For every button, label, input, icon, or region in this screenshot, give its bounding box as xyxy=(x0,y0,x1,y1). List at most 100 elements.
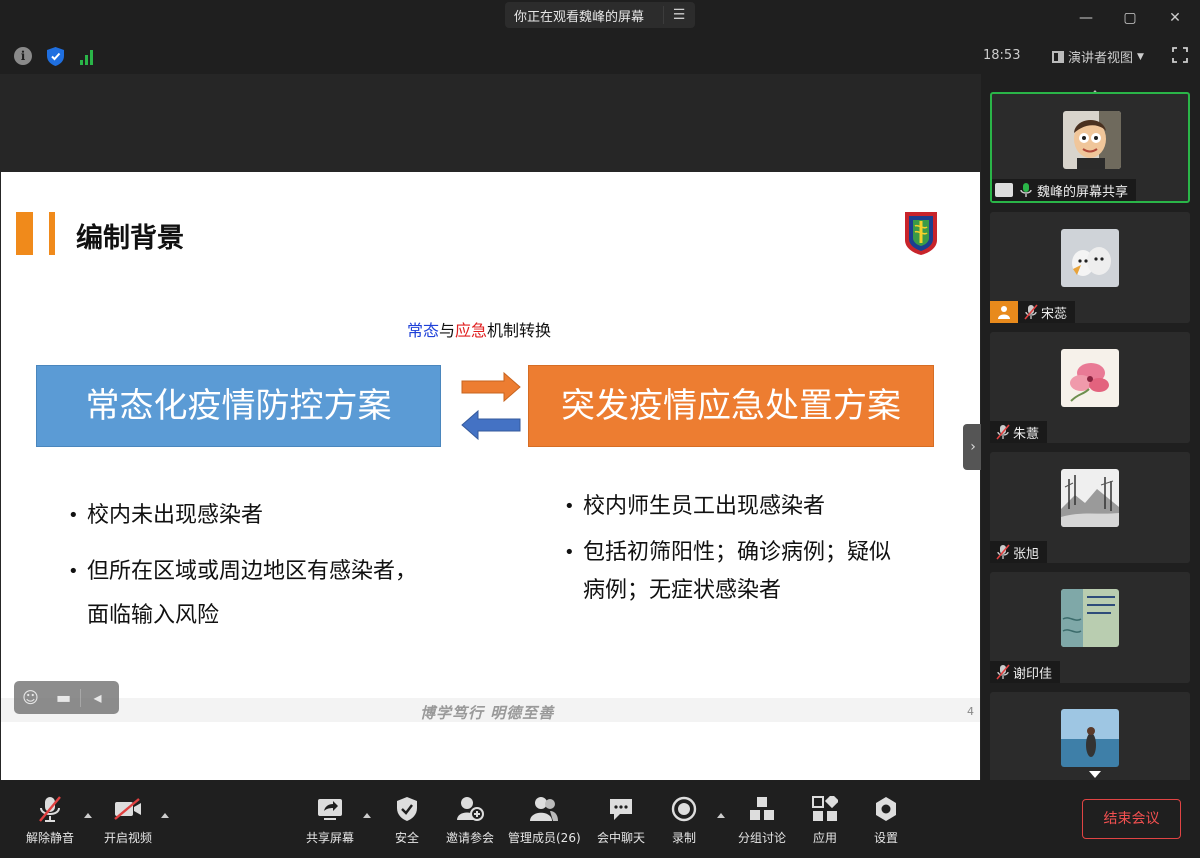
exchange-arrows-icon xyxy=(461,371,521,441)
participant-tile[interactable]: 朱薏 xyxy=(990,332,1190,443)
chevron-up-icon[interactable] xyxy=(363,813,371,818)
share-screen-label: 共享屏幕 xyxy=(305,831,354,845)
chevron-up-icon[interactable] xyxy=(84,813,92,818)
security-label: 安全 xyxy=(394,831,419,845)
list-item: 校内师生员工出现感染者 xyxy=(564,488,894,526)
collapse-gallery-button[interactable]: › xyxy=(963,424,983,470)
breakout-button[interactable]: 分组讨论 xyxy=(736,794,788,846)
emoji-reaction-icon[interactable]: ☺ xyxy=(14,688,47,707)
right-bullet-list: 校内师生员工出现感染者 包括初筛阳性；确诊病例；疑似病例；无症状感染者 xyxy=(564,488,894,618)
avatar xyxy=(1061,709,1119,767)
chat-button[interactable]: 会中聊天 xyxy=(595,794,647,846)
settings-button[interactable]: 设置 xyxy=(871,794,901,846)
close-icon[interactable]: ✕ xyxy=(1165,8,1185,28)
layout-icon xyxy=(1052,50,1064,63)
record-label: 录制 xyxy=(671,831,696,845)
participant-name: 张旭 xyxy=(1013,546,1040,562)
members-icon xyxy=(530,797,558,821)
apps-button[interactable]: 应用 xyxy=(810,794,840,846)
start-video-label: 开启视频 xyxy=(103,831,152,845)
start-video-button[interactable]: 开启视频 xyxy=(102,794,154,846)
scroll-down-icon[interactable] xyxy=(1089,771,1101,778)
security-shield-icon xyxy=(397,797,417,821)
speaker-view-button[interactable]: 演讲者视图 ▼ xyxy=(1052,47,1144,66)
participant-tile[interactable]: 谢印佳 xyxy=(990,572,1190,683)
chat-icon xyxy=(610,799,632,820)
title-accent-bar xyxy=(49,212,55,255)
security-shield-icon[interactable] xyxy=(47,47,64,66)
avatar xyxy=(1063,111,1121,169)
viewing-indicator[interactable]: 你正在观看魏峰的屏幕 ☰ xyxy=(505,2,695,28)
nameplate: 谢印佳 xyxy=(990,661,1061,683)
list-item: 但所在区域或周边地区有感染者，面临输入风险 xyxy=(68,550,428,638)
chat-bubble-icon[interactable]: ▬ xyxy=(47,688,80,707)
chevron-down-icon: ▼ xyxy=(1137,51,1144,62)
settings-label: 设置 xyxy=(873,831,898,845)
school-emblem-icon xyxy=(905,212,937,255)
participant-name: 朱薏 xyxy=(1013,426,1040,442)
collapse-left-icon[interactable]: ◂ xyxy=(81,688,114,707)
security-button[interactable]: 安全 xyxy=(388,794,426,846)
breakout-rooms-icon xyxy=(750,797,774,820)
menu-icon[interactable]: ☰ xyxy=(664,7,694,23)
presentation-slide: 编制背景 常态与应急机制转换 常态化疫情防控方案 突发疫情应急处置方案 校内未出… xyxy=(1,172,980,796)
nameplate: 张旭 xyxy=(990,541,1048,563)
mic-muted-icon xyxy=(996,424,1010,440)
mic-muted-icon xyxy=(39,796,61,822)
speaker-view-label: 演讲者视图 xyxy=(1068,51,1134,66)
left-bullet-list: 校内未出现感染者 但所在区域或周边地区有感染者，面临输入风险 xyxy=(68,494,428,650)
unmute-button[interactable]: 解除静音 xyxy=(24,794,76,846)
participant-tile[interactable]: 宋蕊 xyxy=(990,212,1190,323)
nameplate: 宋蕊 xyxy=(990,301,1076,323)
list-item: 包括初筛阳性；确诊病例；疑似病例；无症状感染者 xyxy=(564,534,894,610)
user-avatar-icon xyxy=(990,301,1018,323)
chat-label: 会中聊天 xyxy=(596,831,645,845)
network-signal-icon[interactable] xyxy=(80,49,96,65)
mic-muted-icon xyxy=(996,664,1010,680)
info-bar: i 18:53 演讲者视图 ▼ xyxy=(0,38,1200,74)
participant-name: 谢印佳 xyxy=(1013,666,1053,682)
avatar xyxy=(1061,349,1119,407)
chevron-up-icon[interactable] xyxy=(717,813,725,818)
maximize-icon[interactable]: ▢ xyxy=(1120,8,1140,28)
info-icon[interactable]: i xyxy=(14,47,32,65)
meeting-toolbar: 解除静音 开启视频 共享屏幕 安全 邀请参会 管理成员(26) 会中聊天 录制 … xyxy=(0,780,1200,858)
slide-title: 编制背景 xyxy=(76,223,184,254)
gear-icon xyxy=(876,797,896,821)
participant-name: 宋蕊 xyxy=(1041,306,1068,322)
chevron-up-icon[interactable] xyxy=(161,813,169,818)
video-off-icon xyxy=(114,798,141,820)
meeting-window: 你正在观看魏峰的屏幕 ☰ — ▢ ✕ i 18:53 演讲者视图 ▼ 编制背景 … xyxy=(0,0,1200,858)
manage-members-button[interactable]: 管理成员(26) xyxy=(508,794,581,846)
invite-button[interactable]: 邀请参会 xyxy=(444,794,496,846)
fullscreen-icon[interactable] xyxy=(1172,47,1188,63)
share-screen-icon xyxy=(318,799,342,820)
reaction-bar: ☺ ▬ ◂ xyxy=(14,681,119,714)
minimize-icon[interactable]: — xyxy=(1076,8,1096,28)
title-accent-bar xyxy=(16,212,33,255)
invite-label: 邀请参会 xyxy=(445,831,494,845)
slide-subtitle: 常态与应急机制转换 xyxy=(407,321,552,340)
mic-muted-icon xyxy=(996,544,1010,560)
nameplate: 魏峰的屏幕共享 xyxy=(992,179,1137,201)
apps-icon xyxy=(812,796,838,821)
nameplate: 朱薏 xyxy=(990,421,1048,443)
meeting-time: 18:53 xyxy=(983,48,1021,63)
participant-tile[interactable] xyxy=(990,692,1190,780)
avatar xyxy=(1061,469,1119,527)
end-meeting-button[interactable]: 结束会议 xyxy=(1082,799,1181,839)
participant-name: 魏峰的屏幕共享 xyxy=(1037,184,1129,200)
participant-tile[interactable]: 张旭 xyxy=(990,452,1190,563)
record-button[interactable]: 录制 xyxy=(668,794,700,846)
emergency-plan-box: 突发疫情应急处置方案 xyxy=(528,365,934,447)
normalized-plan-box: 常态化疫情防控方案 xyxy=(36,365,441,447)
share-screen-button[interactable]: 共享屏幕 xyxy=(304,794,356,846)
avatar xyxy=(1061,229,1119,287)
avatar xyxy=(1061,589,1119,647)
list-item: 校内未出现感染者 xyxy=(68,494,428,538)
title-bar: 你正在观看魏峰的屏幕 ☰ — ▢ ✕ xyxy=(0,0,1200,38)
participant-gallery: 魏峰的屏幕共享 宋蕊 朱薏 张旭 谢印佳 xyxy=(981,74,1200,780)
shared-screen: 编制背景 常态与应急机制转换 常态化疫情防控方案 突发疫情应急处置方案 校内未出… xyxy=(0,74,981,796)
participant-tile[interactable]: 魏峰的屏幕共享 xyxy=(990,92,1190,203)
slide-page-number: 4 xyxy=(967,705,974,718)
